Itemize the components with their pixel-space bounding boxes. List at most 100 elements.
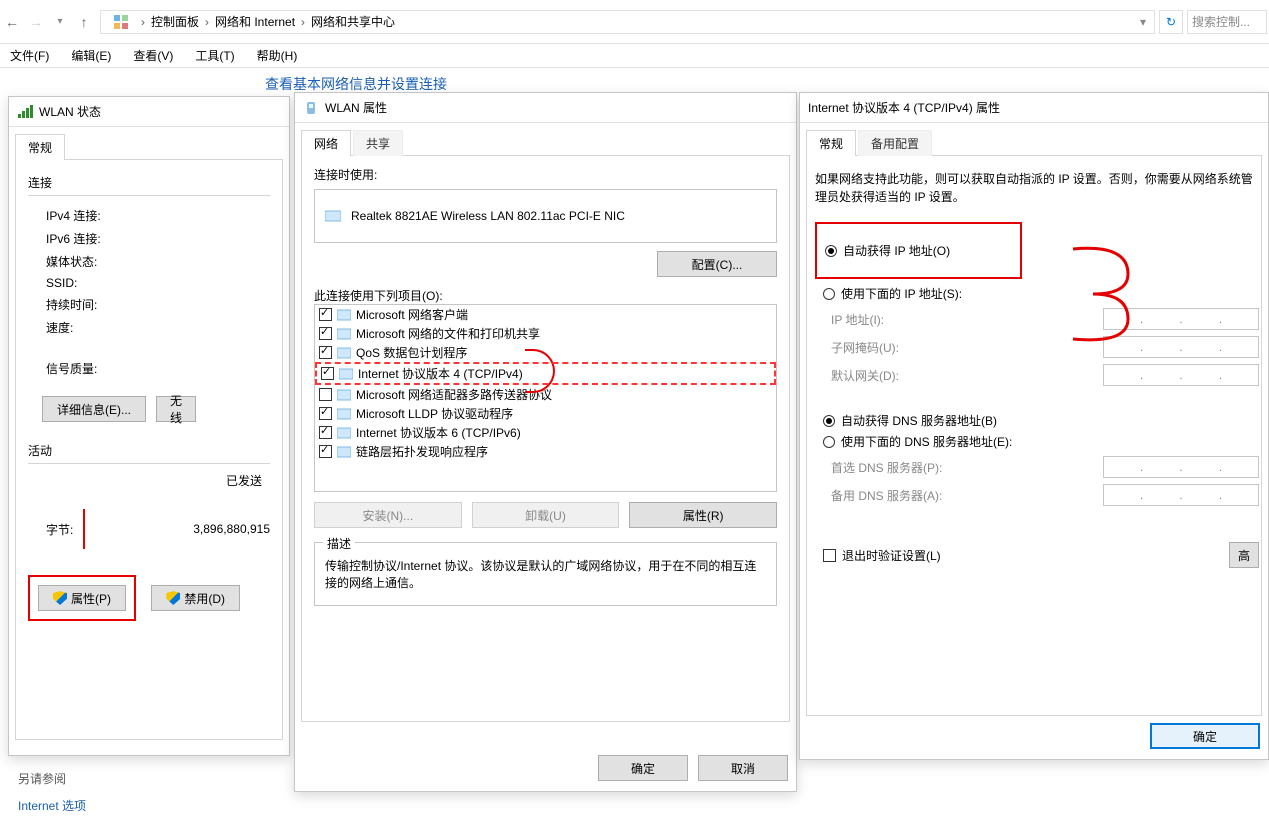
tab-general[interactable]: 常规 [15,134,65,160]
protocol-icon [336,308,352,322]
properties-button[interactable]: 属性(P) [38,585,126,611]
item-checkbox[interactable] [319,388,332,401]
wlan-properties-dialog: WLAN 属性 网络 共享 连接时使用: Realtek 8821AE Wire… [294,92,797,792]
radio-manual-ip[interactable] [823,288,835,300]
protocol-icon [336,327,352,341]
protocol-icon [336,388,352,402]
see-also: 另请参阅 Internet 选项 [18,770,86,814]
connection-item[interactable]: Internet 协议版本 4 (TCP/IPv4) [315,362,776,385]
configure-button[interactable]: 配置(C)... [657,251,777,277]
adapter-box: Realtek 8821AE Wireless LAN 802.11ac PCI… [314,189,777,243]
connection-items-list[interactable]: Microsoft 网络客户端Microsoft 网络的文件和打印机共享QoS … [314,304,777,492]
group-connection: 连接 [28,174,270,191]
divider [28,195,270,196]
connect-using-label: 连接时使用: [314,166,777,183]
cancel-button[interactable]: 取消 [698,755,788,781]
item-checkbox[interactable] [319,308,332,321]
item-checkbox[interactable] [319,327,332,340]
annotation-number-3 [1058,239,1148,373]
breadcrumb-item[interactable]: 控制面板 [149,13,201,30]
connection-item[interactable]: Microsoft 网络客户端 [315,305,776,324]
item-label: Internet 协议版本 4 (TCP/IPv4) [358,365,523,382]
lbl-signal: 信号质量: [46,360,97,377]
search-input[interactable]: 搜索控制... [1187,10,1267,34]
annotation-box-auto-ip: 自动获得 IP 地址(O) [815,222,1022,279]
radio-auto-dns[interactable] [823,415,835,427]
connection-item[interactable]: Internet 协议版本 6 (TCP/IPv6) [315,423,776,442]
breadcrumb-item[interactable]: 网络和共享中心 [309,13,397,30]
menu-file[interactable]: 文件(F) [2,45,57,66]
menu-view[interactable]: 查看(V) [125,45,181,66]
wlan-status-titlebar[interactable]: WLAN 状态 [9,97,289,127]
tab-alternate[interactable]: 备用配置 [858,130,932,156]
breadcrumb-dropdown[interactable]: ▾ [1136,15,1150,29]
item-label: Microsoft 网络客户端 [356,306,468,323]
lbl-ipv6: IPv6 连接: [46,230,101,247]
radio-auto-dns-label: 自动获得 DNS 服务器地址(B) [841,412,997,429]
up-button[interactable]: ↑ [72,10,96,34]
props-dialog-buttons: 确定 取消 [598,755,788,781]
protocol-icon [338,367,354,381]
adapter-name: Realtek 8821AE Wireless LAN 802.11ac PCI… [351,209,625,223]
connection-item[interactable]: 链路层拓扑发现响应程序 [315,442,776,461]
chk-validate[interactable] [823,549,836,562]
ipv4-titlebar[interactable]: Internet 协议版本 4 (TCP/IPv4) 属性 [800,93,1268,123]
breadcrumb-item[interactable]: 网络和 Internet [213,13,297,30]
ok-button[interactable]: 确定 [598,755,688,781]
breadcrumb-sep: › [297,15,309,29]
tab-general[interactable]: 常规 [806,130,856,156]
advanced-button[interactable]: 高 [1229,542,1259,568]
install-button[interactable]: 安装(N)... [314,502,462,528]
disable-button[interactable]: 禁用(D) [151,585,240,611]
menu-edit[interactable]: 编辑(E) [63,45,119,66]
ipv4-title: Internet 协议版本 4 (TCP/IPv4) 属性 [808,99,1000,116]
group-activity: 活动 [28,442,270,459]
description-group: 描述 传输控制协议/Internet 协议。该协议是默认的广域网络协议，用于在不… [314,542,777,606]
item-checkbox[interactable] [321,367,334,380]
item-checkbox[interactable] [319,426,332,439]
recent-dropdown[interactable]: ▾ [48,10,72,34]
lbl-dns2: 备用 DNS 服务器(A): [831,487,942,504]
radio-manual-dns-label: 使用下面的 DNS 服务器地址(E): [841,433,1012,450]
wireless-props-button[interactable]: 无线 [156,396,196,422]
menu-help[interactable]: 帮助(H) [249,45,306,66]
tab-network[interactable]: 网络 [301,130,351,156]
forward-button[interactable]: → [24,10,48,34]
lbl-media: 媒体状态: [46,253,97,270]
connection-item[interactable]: Microsoft 网络的文件和打印机共享 [315,324,776,343]
item-checkbox[interactable] [319,346,332,359]
tab-share[interactable]: 共享 [353,130,403,156]
item-checkbox[interactable] [319,445,332,458]
description-text: 传输控制协议/Internet 协议。该协议是默认的广域网络协议，用于在不同的相… [325,557,766,591]
ok-button[interactable]: 确定 [1150,723,1260,749]
wifi-icon [17,104,33,120]
menu-tools[interactable]: 工具(T) [187,45,242,66]
connection-item[interactable]: Microsoft LLDP 协议驱动程序 [315,404,776,423]
dns2-input[interactable]: ... [1103,484,1259,506]
lbl-subnet: 子网掩码(U): [831,339,899,356]
back-button[interactable]: ← [0,10,24,34]
disable-button-label: 禁用(D) [184,590,225,607]
props-panel: 连接时使用: Realtek 8821AE Wireless LAN 802.1… [301,156,790,722]
internet-options-link[interactable]: Internet 选项 [18,797,86,814]
protocol-icon [336,445,352,459]
item-label: Microsoft 网络适配器多路传送器协议 [356,386,552,403]
page-heading: 查看基本网络信息并设置连接 [265,74,447,94]
uninstall-button[interactable]: 卸载(U) [472,502,620,528]
dns1-input[interactable]: ... [1103,456,1259,478]
refresh-button[interactable]: ↻ [1159,10,1183,34]
radio-auto-ip-label: 自动获得 IP 地址(O) [843,242,950,259]
lbl-gateway: 默认网关(D): [831,367,899,384]
wlan-props-titlebar[interactable]: WLAN 属性 [295,93,796,123]
lbl-ssid: SSID: [46,276,77,290]
radio-auto-ip[interactable] [825,245,837,257]
item-properties-button[interactable]: 属性(R) [629,502,777,528]
refresh-icon: ↻ [1166,15,1176,29]
shield-icon [166,591,180,605]
breadcrumb[interactable]: › 控制面板 › 网络和 Internet › 网络和共享中心 ▾ [100,10,1155,34]
lbl-ipv4: IPv4 连接: [46,207,101,224]
item-checkbox[interactable] [319,407,332,420]
details-button[interactable]: 详细信息(E)... [42,396,146,422]
item-label: Internet 协议版本 6 (TCP/IPv6) [356,424,521,441]
radio-manual-dns[interactable] [823,436,835,448]
